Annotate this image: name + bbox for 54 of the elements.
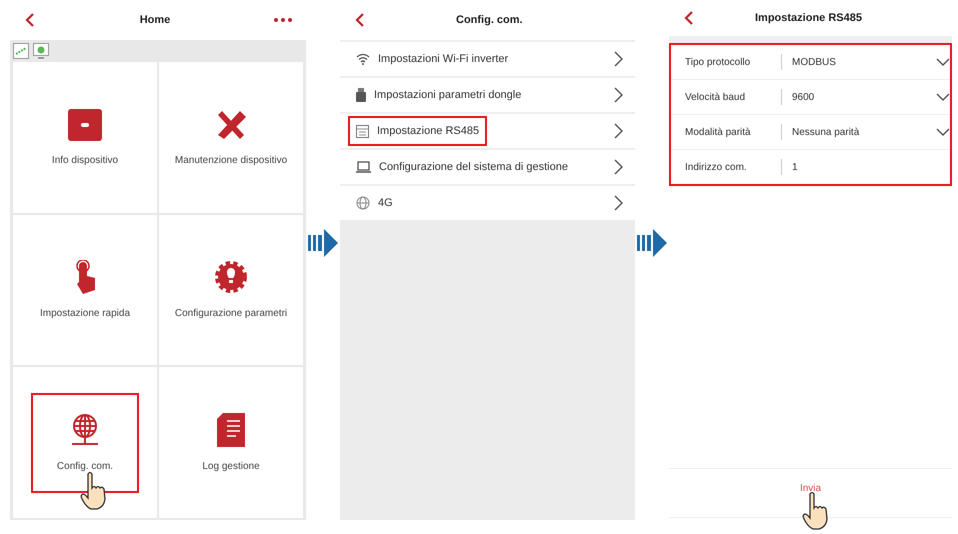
tile-label: Impostazione rapida bbox=[40, 308, 130, 320]
keypad-icon bbox=[356, 124, 369, 138]
tile-label: Log gestione bbox=[202, 461, 260, 472]
tile-label: Config. com. bbox=[56, 461, 114, 472]
device-icon bbox=[68, 108, 102, 141]
row-label: Impostazioni parametri dongle bbox=[374, 89, 522, 101]
back-icon[interactable] bbox=[354, 12, 366, 28]
laptop-icon bbox=[356, 161, 371, 173]
row-label: 4G bbox=[378, 197, 393, 209]
dropdown-field[interactable]: MODBUS bbox=[781, 54, 950, 70]
globe-icon bbox=[356, 196, 370, 210]
more-icon[interactable] bbox=[274, 18, 292, 22]
back-icon[interactable] bbox=[683, 10, 695, 26]
row-label: Impostazione RS485 bbox=[377, 125, 480, 137]
field-label: Indirizzo com. bbox=[685, 162, 748, 172]
screen-title: Config. com. bbox=[456, 14, 523, 26]
menu-tile[interactable]: Impostazione rapida bbox=[13, 214, 157, 366]
row-label: Impostazioni Wi-Fi inverter bbox=[378, 53, 508, 65]
tile-label: Configurazione parametri bbox=[174, 308, 288, 320]
menu-tile[interactable]: Config. com. bbox=[13, 367, 157, 518]
row-label: Configurazione del sistema di gestione bbox=[379, 161, 568, 173]
field-label: Tipo protocollo bbox=[685, 56, 752, 68]
wifi-icon bbox=[356, 53, 370, 65]
menu-row[interactable]: Impostazioni Wi-Fi inverter bbox=[340, 40, 635, 76]
chevron-right-icon bbox=[614, 87, 623, 103]
menu-tile[interactable]: Info dispositivo bbox=[13, 62, 157, 213]
tile-label: Manutenzione dispositivo bbox=[174, 154, 288, 166]
chevron-down-icon bbox=[936, 128, 950, 136]
screen-title: Home bbox=[140, 14, 170, 26]
menu-row[interactable]: Impostazioni parametri dongle bbox=[340, 76, 635, 112]
menu-row[interactable]: Configurazione del sistema di gestione bbox=[340, 148, 635, 184]
dropdown-field[interactable]: 9600 bbox=[781, 89, 950, 105]
input-field[interactable]: 1 bbox=[781, 159, 950, 175]
document-icon bbox=[217, 413, 245, 448]
screen-title: Impostazione RS485 bbox=[755, 12, 862, 24]
menu-tile[interactable]: Manutenzione dispositivo bbox=[159, 62, 303, 213]
dropdown-field[interactable]: Nessuna parità bbox=[781, 124, 950, 140]
tile-label: Info dispositivo bbox=[52, 154, 118, 166]
menu-tile[interactable]: Configurazione parametri bbox=[159, 214, 303, 366]
chevron-right-icon bbox=[614, 159, 623, 175]
field-label: Velocità baud bbox=[685, 92, 746, 102]
submit-button[interactable]: Invia bbox=[800, 481, 822, 495]
chevron-right-icon bbox=[614, 51, 623, 67]
menu-row[interactable]: Impostazione RS485 bbox=[340, 112, 635, 148]
chevron-down-icon bbox=[936, 93, 950, 101]
chevron-right-icon bbox=[614, 195, 623, 211]
menu-tile[interactable]: Log gestione bbox=[159, 367, 303, 518]
gear-bulb-icon bbox=[214, 260, 248, 294]
chevron-right-icon bbox=[614, 123, 623, 139]
back-icon[interactable] bbox=[24, 12, 36, 28]
dongle-icon bbox=[356, 88, 366, 102]
chevron-down-icon bbox=[936, 58, 950, 66]
field-label: Modalità parità bbox=[685, 126, 752, 138]
cloud-monitor-icon[interactable] bbox=[33, 43, 49, 59]
